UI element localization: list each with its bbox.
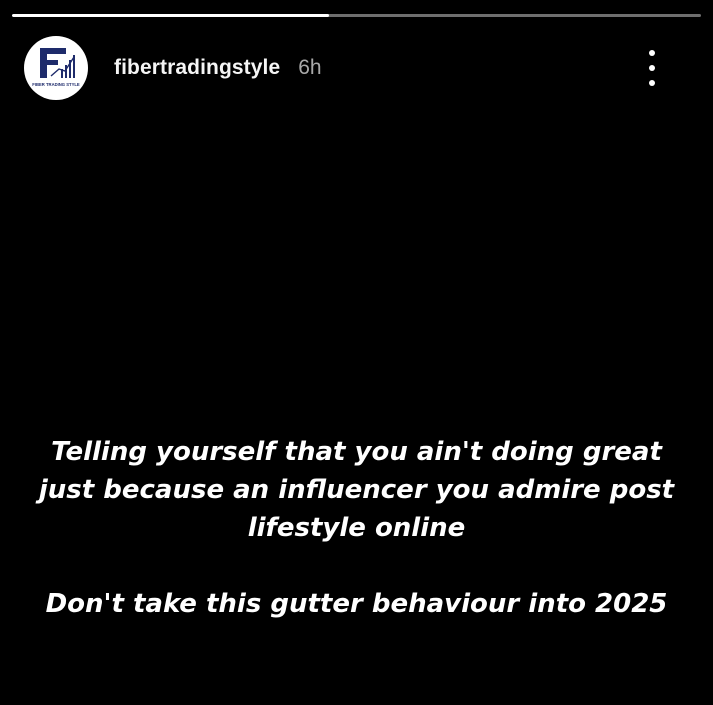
story-header: FIBER TRADING STYLE fibertradingstyle 6h <box>24 36 689 100</box>
username[interactable]: fibertradingstyle <box>114 56 280 80</box>
story-caption: Telling yourself that you ain't doing gr… <box>0 433 713 623</box>
caption-line-3: lifestyle online <box>247 513 466 543</box>
more-options-button[interactable] <box>641 50 663 86</box>
story-progress-bar <box>12 14 701 17</box>
story-progress-fill <box>12 14 329 17</box>
svg-text:FIBER TRADING STYLE: FIBER TRADING STYLE <box>32 82 80 87</box>
more-vertical-icon <box>649 80 655 86</box>
caption-line-1: Telling yourself that you ain't doing gr… <box>51 437 662 467</box>
fiber-trading-logo-icon: FIBER TRADING STYLE <box>32 48 80 87</box>
caption-line-4: Don't take this gutter behaviour into 20… <box>45 589 668 619</box>
more-vertical-icon <box>649 65 655 71</box>
caption-line-2: just because an influencer you admire po… <box>38 475 675 505</box>
avatar[interactable]: FIBER TRADING STYLE <box>24 36 88 100</box>
post-time: 6h <box>298 56 322 79</box>
more-vertical-icon <box>649 50 655 56</box>
